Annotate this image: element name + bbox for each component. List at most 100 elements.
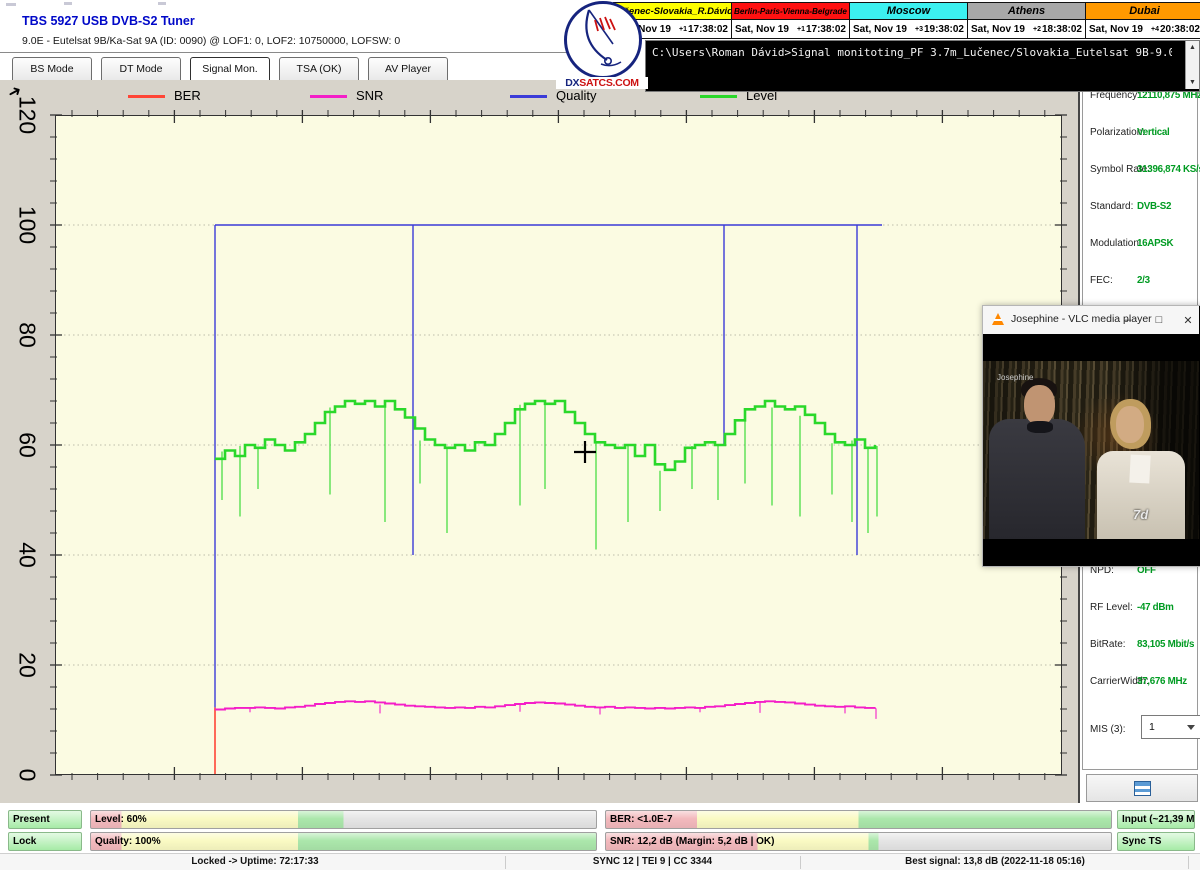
window-remnant <box>6 3 16 6</box>
param-label: Modulation: <box>1090 238 1142 249</box>
clock-utc-offset: +3 <box>915 26 923 33</box>
chart-canvas <box>55 115 1062 775</box>
tuner-subtitle: 9.0E - Eutelsat 9B/Ka-Sat 9A (ID: 0090) … <box>22 35 400 47</box>
y-tick-label: 60 <box>14 432 41 458</box>
snr-bar: SNR: 12,2 dB (Margin: 5,2 dB | OK) <box>605 832 1112 851</box>
ber-bar: BER: <1.0E-7 <box>605 810 1112 829</box>
status-lock-uptime: Locked -> Uptime: 72:17:33 <box>10 856 500 867</box>
world-clocks: Lučenec-Slovakia_R.DávidSat, Nov 19+117:… <box>613 2 1200 39</box>
panel-action-button[interactable] <box>1086 774 1198 802</box>
legend-line-ber <box>128 95 165 98</box>
param-value: -47 dBm <box>1137 602 1174 613</box>
param-label: RF Level: <box>1090 602 1133 613</box>
channel-logo: 7d <box>1133 507 1148 522</box>
param-value: Vertical <box>1137 127 1169 138</box>
minimize-button[interactable]: – <box>1117 310 1139 330</box>
command-prompt-window[interactable]: C:\Users\Roman Dávid>Signal monitoting_P… <box>645 40 1200 92</box>
clock-utc-offset: +2 <box>1033 26 1041 33</box>
clock-moscow: MoscowSat, Nov 19+319:38:02 <box>849 2 967 39</box>
input-indicator: Input (~21,39 Mbps) <box>1117 810 1195 829</box>
video-man-head <box>1024 385 1055 425</box>
clock-utc-offset: +4 <box>1151 26 1159 33</box>
vlc-titlebar[interactable]: Josephine - VLC media player – □ ✕ <box>983 306 1199 334</box>
signal-plot[interactable] <box>55 115 1062 775</box>
tab-tsa-ok-[interactable]: TSA (OK) <box>279 57 359 81</box>
status-bar: Locked -> Uptime: 72:17:33 SYNC 12 | TEI… <box>0 853 1200 870</box>
snr-trace <box>215 701 875 709</box>
param-label: Standard: <box>1090 201 1133 212</box>
y-tick-label: 0 <box>14 769 41 782</box>
status-best-signal: Best signal: 13,8 dB (2022-11-18 05:16) <box>805 856 1185 867</box>
lock-indicator: Lock <box>8 832 82 851</box>
param-value: 83,105 Mbit/s <box>1137 639 1194 650</box>
terminal-scrollbar[interactable]: ▲ ▼ <box>1185 41 1199 89</box>
param-label: FEC: <box>1090 275 1113 286</box>
clock-dubai: Dubai Sat, Nov 19 +420:38:02 <box>1085 2 1200 39</box>
command-text: C:\Users\Roman Dávid>Signal monitoting_P… <box>652 46 1172 59</box>
app-window: TBS 5927 USB DVB-S2 Tuner 9.0E - Eutelsa… <box>0 0 1200 870</box>
legend-label-snr: SNR <box>356 88 383 103</box>
divider <box>1188 856 1189 869</box>
status-sync: SYNC 12 | TEI 9 | CC 3344 <box>510 856 795 867</box>
clock-city: Dubai <box>1086 2 1200 20</box>
clock-time: 17:38:02 <box>806 24 846 35</box>
video-man-figure <box>989 419 1085 539</box>
present-indicator: Present <box>8 810 82 829</box>
scroll-up-icon[interactable]: ▲ <box>1186 41 1199 54</box>
scroll-down-icon[interactable]: ▼ <box>1186 76 1199 89</box>
tab-av-player[interactable]: AV Player <box>368 57 448 81</box>
dxsatcs-wordmark: DXSATCS.COM <box>556 77 648 89</box>
divider <box>505 856 506 869</box>
clock-time: 18:38:02 <box>1042 24 1082 35</box>
close-button[interactable]: ✕ <box>1177 310 1199 330</box>
param-label: BitRate: <box>1090 639 1126 650</box>
tab-dt-mode[interactable]: DT Mode <box>101 57 181 81</box>
layers-icon <box>1134 781 1151 796</box>
video-woman-shirt <box>1129 454 1150 483</box>
clock-time-row: Sat, Nov 19+117:38:02 <box>732 20 849 39</box>
y-tick-label: 120 <box>14 96 41 134</box>
param-value: DVB-S2 <box>1137 201 1171 212</box>
divider <box>0 52 575 53</box>
level-bar: Level: 60% <box>90 810 597 829</box>
tab-bs-mode[interactable]: BS Mode <box>12 57 92 81</box>
param-value: 16APSK <box>1137 238 1173 249</box>
video-man-collar <box>1027 421 1053 433</box>
legend-label-quality: Quality <box>556 88 596 103</box>
clock-time-row: Sat, Nov 19 +420:38:02 <box>1086 20 1200 39</box>
y-tick-label: 20 <box>14 652 41 678</box>
dxsatcs-logo <box>564 1 642 79</box>
mis-dropdown[interactable]: 1 <box>1141 715 1200 739</box>
video-woman-head <box>1116 406 1144 443</box>
video-watermark: Josephine <box>997 373 1033 382</box>
clock-utc-offset: +1 <box>679 26 687 33</box>
tab-signal-mon-[interactable]: Signal Mon. <box>190 57 270 81</box>
param-value: 37,676 MHz <box>1137 676 1187 687</box>
window-remnant <box>64 2 72 5</box>
clock-city: Berlin-Paris-Vienna-Belgrade <box>732 2 849 20</box>
clock-date: Sat, Nov 19 <box>853 24 907 35</box>
page-title: TBS 5927 USB DVB-S2 Tuner <box>22 14 195 28</box>
vlc-cone-icon <box>992 313 1004 325</box>
legend-line-level <box>700 95 737 98</box>
divider <box>800 856 801 869</box>
clock-utc-offset: +1 <box>797 26 805 33</box>
clock-date: Sat, Nov 19 <box>971 24 1025 35</box>
y-tick-label: 100 <box>14 206 41 244</box>
y-tick-label: 80 <box>14 322 41 348</box>
clock-time-row: Sat, Nov 19+319:38:02 <box>850 20 967 39</box>
legend-line-quality <box>510 95 547 98</box>
logo-dx: DX <box>565 77 579 89</box>
satellite-dish-icon <box>567 4 633 70</box>
vlc-window[interactable]: Josephine - VLC media player – □ ✕ Josep… <box>982 305 1200 567</box>
mis-label: MIS (3): <box>1090 724 1126 735</box>
clock-city: Athens <box>968 2 1085 20</box>
legend-label-ber: BER <box>174 88 201 103</box>
clock-time: 20:38:02 <box>1160 24 1200 35</box>
signal-chart-region: ➜ BERSNRQualityLevel 120100806040200 <box>0 80 1080 803</box>
legend-line-snr <box>310 95 347 98</box>
maximize-button[interactable]: □ <box>1148 310 1170 330</box>
sync-ts-indicator: Sync TS <box>1117 832 1195 851</box>
clock-date: Sat, Nov 19 <box>1089 24 1143 35</box>
vlc-video[interactable]: Josephine 7d <box>983 361 1199 539</box>
